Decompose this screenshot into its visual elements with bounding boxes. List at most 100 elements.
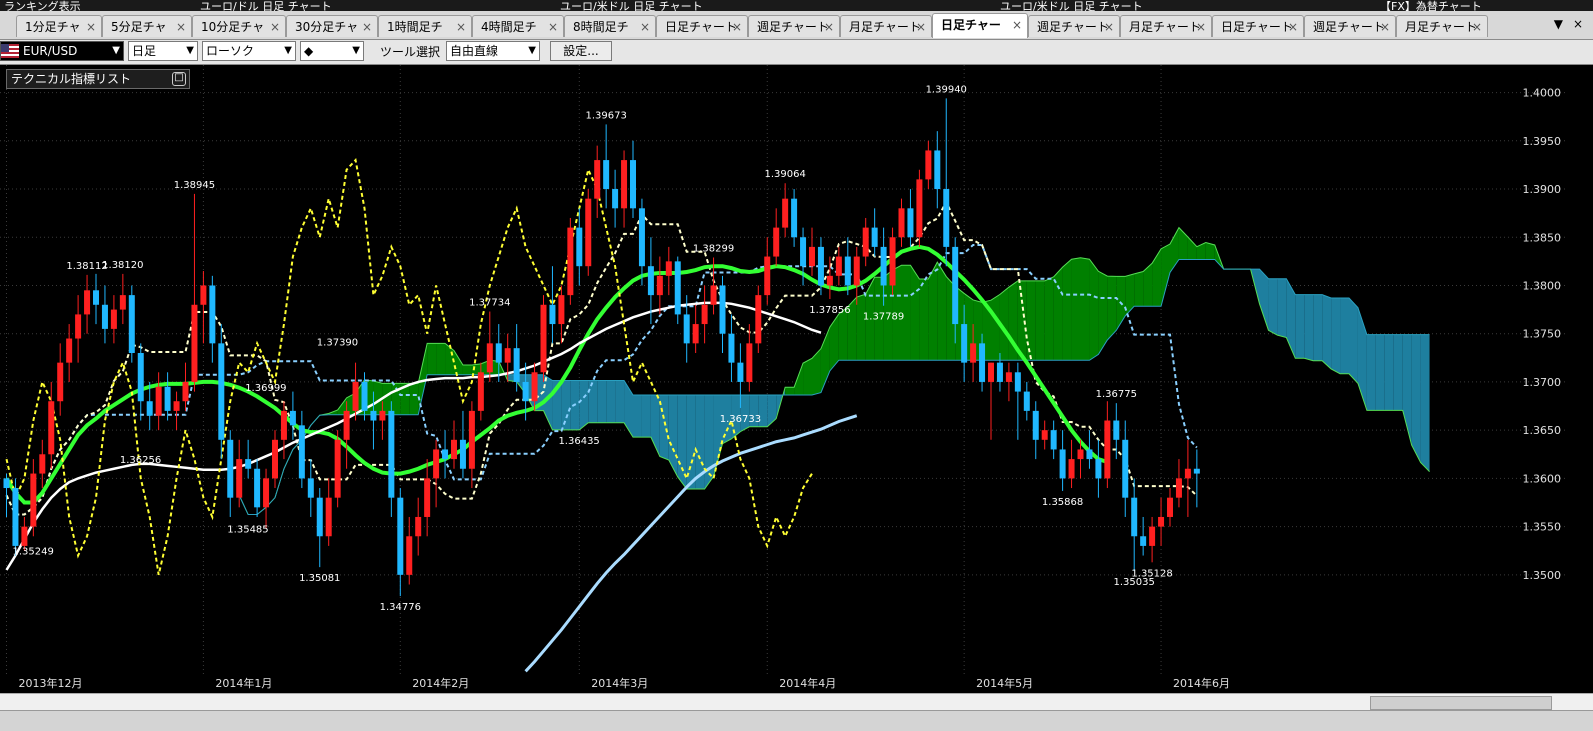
tab-14[interactable]: 日足チャート × bbox=[1212, 15, 1304, 37]
tab-close-icon[interactable]: × bbox=[824, 16, 834, 37]
candle-body bbox=[576, 227, 583, 267]
tab-close-icon[interactable]: × bbox=[362, 16, 372, 37]
indicator-list-panel[interactable]: テクニカル指標リスト □ bbox=[6, 69, 190, 89]
tab-close-icon[interactable]: × bbox=[640, 16, 650, 37]
candle-body bbox=[1113, 420, 1120, 440]
tab-list-menu-icon[interactable]: ▼ bbox=[1554, 17, 1563, 31]
scrollbar-thumb[interactable] bbox=[1370, 696, 1552, 710]
chart-type-select[interactable]: ローソク ▼ bbox=[202, 41, 296, 61]
tab-close-icon[interactable]: × bbox=[176, 16, 186, 37]
tab-6[interactable]: 4時間足チ × bbox=[472, 15, 564, 37]
tab-close-icon[interactable]: × bbox=[916, 16, 926, 37]
candle-body bbox=[245, 459, 252, 469]
candle-body bbox=[343, 410, 350, 440]
cloud-segment bbox=[668, 394, 678, 477]
tab-5[interactable]: 1時間足チ × bbox=[378, 15, 472, 37]
tab-close-icon[interactable]: × bbox=[732, 16, 742, 37]
candle-body bbox=[119, 295, 126, 310]
candle-body bbox=[656, 275, 663, 296]
symbol-select[interactable]: EUR/USD ▼ bbox=[0, 41, 124, 61]
candle-body bbox=[907, 208, 914, 238]
tab-10[interactable]: 月足チャート × bbox=[840, 15, 932, 37]
tab-3[interactable]: 10分足チャ × bbox=[192, 15, 286, 37]
candle-body bbox=[549, 304, 556, 325]
candle-body bbox=[1184, 468, 1191, 479]
close-all-tabs-icon[interactable]: × bbox=[1573, 17, 1583, 31]
tab-close-icon[interactable]: × bbox=[1472, 16, 1482, 37]
cloud-segment bbox=[427, 343, 437, 375]
tab-label: 日足チャート bbox=[1221, 20, 1293, 34]
tab-close-icon[interactable]: × bbox=[1288, 16, 1298, 37]
drawing-tool-value: 自由直線 bbox=[450, 44, 499, 58]
tab-1[interactable]: 1分足チャ × bbox=[16, 15, 102, 37]
price-annotation: 1.35485 bbox=[227, 525, 268, 536]
candle-body bbox=[809, 246, 815, 267]
candle-body bbox=[1014, 372, 1021, 392]
candle-body bbox=[737, 362, 744, 382]
candle-body bbox=[352, 381, 359, 411]
candle-body bbox=[773, 227, 780, 257]
tab-12[interactable]: 週足チャート × bbox=[1028, 15, 1120, 37]
tab-15[interactable]: 週足チャート × bbox=[1304, 15, 1396, 37]
tab-13[interactable]: 月足チャート × bbox=[1120, 15, 1212, 37]
candle-body bbox=[504, 348, 511, 363]
candle-body bbox=[603, 160, 610, 190]
candle-body bbox=[898, 208, 905, 238]
tab-2[interactable]: 5分足チャ × bbox=[102, 15, 192, 37]
tab-16[interactable]: 月足チャート × bbox=[1396, 15, 1488, 37]
candle-body bbox=[1104, 420, 1111, 479]
tab-close-icon[interactable]: × bbox=[1012, 14, 1022, 36]
candle-body bbox=[272, 439, 278, 479]
y-tick-label: 1.3500 bbox=[1523, 569, 1562, 582]
tab-4[interactable]: 30分足チャ × bbox=[286, 15, 378, 37]
candle-body bbox=[101, 304, 108, 329]
drawing-tool-select[interactable]: 自由直線 ▼ bbox=[446, 41, 540, 61]
tab-close-icon[interactable]: × bbox=[1196, 16, 1206, 37]
candle-body bbox=[1005, 372, 1012, 382]
tab-label: 週足チャート bbox=[1313, 20, 1385, 34]
ichimoku-cloud bbox=[238, 226, 1430, 516]
candle-body bbox=[835, 256, 842, 276]
period-value: 日足 bbox=[132, 44, 157, 58]
cloud-segment bbox=[1277, 278, 1287, 338]
title-strip-text: ユーロ/米ドル 日足 チャート bbox=[560, 0, 703, 11]
senkou-span-a bbox=[238, 226, 1430, 516]
cloud-segment bbox=[812, 348, 821, 395]
tab-close-icon[interactable]: × bbox=[270, 16, 280, 37]
candle-body bbox=[451, 439, 457, 460]
price-chart[interactable]: 1.389451.381121.381201.369991.373901.362… bbox=[0, 65, 1568, 693]
tab-9[interactable]: 週足チャート × bbox=[748, 15, 840, 37]
settings-button[interactable]: 設定... bbox=[550, 41, 612, 61]
status-bar bbox=[0, 710, 1593, 731]
price-annotation: 1.38120 bbox=[102, 260, 143, 271]
candle-body bbox=[236, 459, 243, 498]
cloud-segment bbox=[1384, 334, 1394, 411]
tab-7[interactable]: 8時間足チ × bbox=[564, 15, 656, 37]
horizontal-scrollbar[interactable] bbox=[0, 693, 1593, 710]
candle-body bbox=[370, 410, 377, 421]
chevron-down-icon: ▼ bbox=[528, 45, 536, 56]
symbol-value: EUR/USD bbox=[23, 44, 78, 58]
candle-body bbox=[191, 304, 198, 382]
tab-close-icon[interactable]: × bbox=[456, 16, 466, 37]
tab-label: 日足チャー bbox=[941, 18, 1001, 32]
candle-body bbox=[477, 372, 484, 411]
candle-body bbox=[755, 295, 762, 344]
tab-close-icon[interactable]: × bbox=[1380, 16, 1390, 37]
tab-close-icon[interactable]: × bbox=[1104, 16, 1114, 37]
period-select[interactable]: 日足 ▼ bbox=[128, 41, 198, 61]
chevron-down-icon: ▼ bbox=[352, 45, 360, 56]
candle-body bbox=[66, 338, 73, 363]
tab-label: 10分足チャ bbox=[201, 20, 265, 34]
candle-body bbox=[782, 198, 789, 228]
tab-11[interactable]: 日足チャー × bbox=[932, 13, 1028, 38]
marker-select[interactable]: ◆ ▼ bbox=[300, 41, 364, 61]
candle-body bbox=[30, 473, 37, 527]
tab-close-icon[interactable]: × bbox=[548, 16, 558, 37]
minimize-icon[interactable]: □ bbox=[172, 72, 186, 86]
price-annotation: 1.35868 bbox=[1042, 497, 1083, 508]
tab-close-icon[interactable]: × bbox=[86, 16, 96, 37]
candle-body bbox=[1023, 391, 1030, 411]
price-annotation: 1.37734 bbox=[469, 298, 510, 309]
tab-8[interactable]: 日足チャート × bbox=[656, 15, 748, 37]
